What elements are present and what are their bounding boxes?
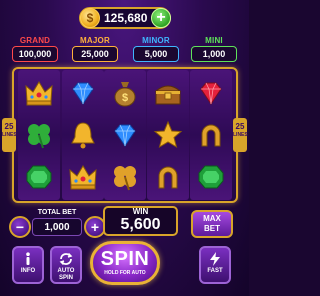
clover-icon (18, 114, 60, 156)
total-bet-value: 1,000 (32, 218, 82, 236)
balance-value: 125,680 (104, 11, 148, 25)
refresh-icon (59, 252, 73, 266)
lines-label: LINES (2, 132, 17, 138)
max-bet-label-line2: BET (204, 224, 220, 233)
coin-icon: $ (80, 8, 100, 28)
max-bet-label-line1: MAX (203, 214, 221, 223)
auto-spin-button[interactable]: AUTO SPIN (50, 246, 82, 284)
horseshoe-icon (147, 156, 189, 198)
emerald-icon (18, 156, 60, 198)
jackpot-mini-label: MINI (205, 36, 223, 45)
info-icon (26, 252, 30, 265)
star-icon (147, 114, 189, 156)
diamond-blue-icon (104, 114, 146, 156)
jackpot-mini-value: 1,000 (191, 46, 237, 62)
spin-label: SPIN (100, 248, 150, 270)
auto-spin-label-line2: SPIN (58, 275, 73, 281)
max-bet-button[interactable]: MAX BET (191, 210, 233, 238)
decrease-bet-button[interactable]: − (9, 216, 31, 238)
horseshoe-icon (190, 114, 232, 156)
fast-button[interactable]: FAST (199, 246, 231, 284)
spin-button[interactable]: SPIN HOLD FOR AUTO (90, 241, 160, 285)
jackpot-minor-label: MINOR (142, 36, 170, 45)
add-coins-button[interactable]: + (151, 8, 171, 28)
jackpot-minor-value: 5,000 (133, 46, 179, 62)
ruby-icon (190, 72, 232, 114)
info-label: INFO (20, 268, 36, 274)
jackpot-major-label: MAJOR (80, 36, 110, 45)
jackpot-grand-label: GRAND (19, 36, 51, 45)
crown-icon (62, 156, 104, 198)
fast-label: FAST (207, 268, 223, 274)
svg-text:$: $ (122, 92, 128, 104)
jackpot-major-value: 25,000 (72, 46, 118, 62)
treasure-chest-icon (147, 72, 189, 114)
lines-badge-right: 25 LINES (233, 118, 248, 152)
lines-number: 25 (4, 122, 14, 131)
win-value: 5,600 (120, 216, 161, 233)
lines-label: LINES (233, 132, 248, 138)
auto-spin-label-line1: AUTO (57, 268, 75, 274)
lines-number: 25 (235, 122, 245, 131)
diamond-blue-icon (62, 72, 104, 114)
spin-sub-label: HOLD FOR AUTO (104, 270, 146, 276)
crown-icon (18, 72, 60, 114)
bell-icon (62, 114, 104, 156)
jackpot-grand-value: 100,000 (12, 46, 58, 62)
info-button[interactable]: INFO (12, 246, 44, 284)
clover-gold-icon (104, 156, 146, 198)
slot-game-screen: $ 125,680 + GRAND 100,000 MAJOR 25,000 M… (0, 0, 249, 296)
money-bag-icon: $ (104, 72, 146, 114)
lines-badge-left: 25 LINES (2, 118, 17, 152)
emerald-icon (190, 156, 232, 198)
lightning-icon (210, 252, 220, 266)
